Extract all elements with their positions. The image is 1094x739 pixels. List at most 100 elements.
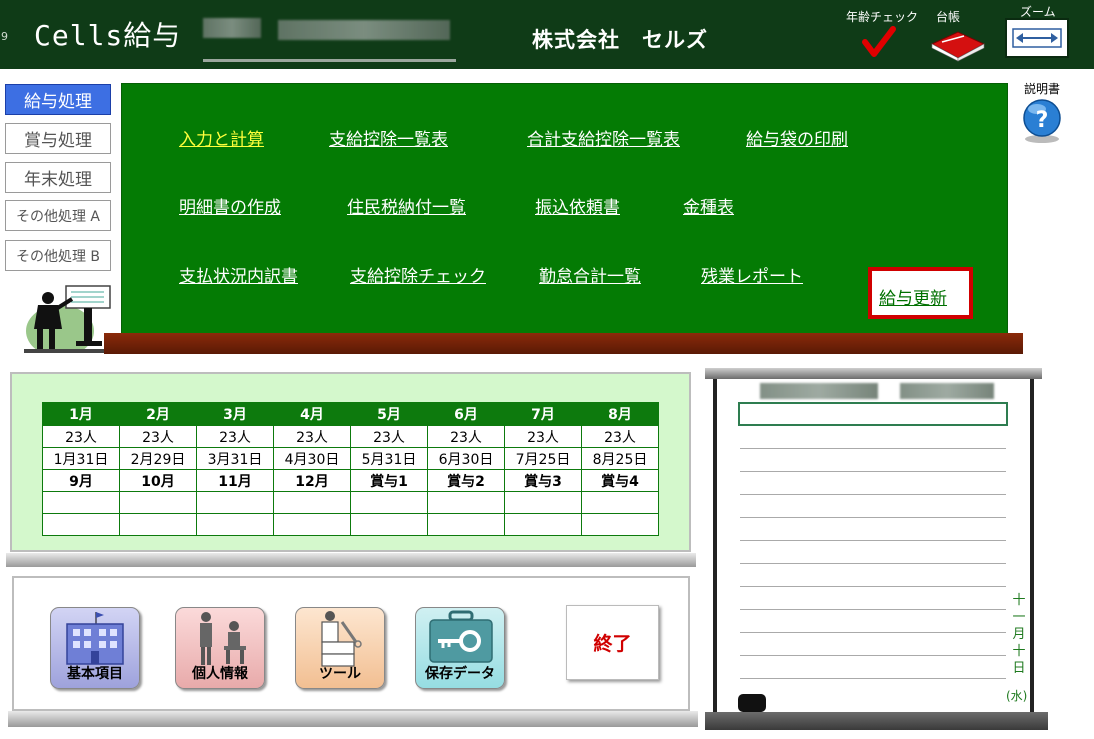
empty-cell bbox=[427, 513, 505, 536]
memo-line bbox=[740, 471, 1006, 472]
month-cell[interactable]: 2月 bbox=[119, 402, 197, 426]
menu-transfer-request[interactable]: 振込依頼書 bbox=[535, 193, 620, 218]
personal-info-label: 個人情報 bbox=[192, 666, 248, 682]
date-char: 十 bbox=[1012, 593, 1026, 608]
company-name: 株式会社 セルズ bbox=[532, 28, 708, 52]
menu-create-statement[interactable]: 明細書の作成 bbox=[179, 193, 281, 218]
bonus-cell[interactable]: 賞与2 bbox=[427, 469, 505, 492]
payday-cell: 8月25日 bbox=[581, 447, 659, 470]
empty-cell bbox=[42, 513, 120, 536]
month-header-row: 1月 2月 3月 4月 5月 6月 7月 8月 bbox=[42, 402, 659, 426]
age-check-label: 年齢チェック bbox=[846, 10, 919, 24]
memo-line bbox=[740, 563, 1006, 564]
memo-line bbox=[740, 655, 1006, 656]
menu-payment-deduction-list[interactable]: 支給控除一覧表 bbox=[329, 125, 448, 150]
empty-cell bbox=[119, 491, 197, 514]
saved-data-button[interactable]: 保存データ bbox=[415, 607, 505, 689]
row-number: 9 bbox=[1, 30, 8, 43]
menu-payment-breakdown[interactable]: 支払状況内訳書 bbox=[179, 262, 298, 287]
empty-cell bbox=[581, 513, 659, 536]
month-cell[interactable]: 6月 bbox=[427, 402, 505, 426]
payday-cell: 5月31日 bbox=[350, 447, 428, 470]
empty-row bbox=[42, 513, 659, 536]
empty-cell bbox=[427, 491, 505, 514]
payday-cell: 4月30日 bbox=[273, 447, 351, 470]
memo-line bbox=[740, 632, 1006, 633]
headcount-cell: 23人 bbox=[427, 425, 505, 448]
empty-cell bbox=[504, 513, 582, 536]
nav-shoyo-processing[interactable]: 賞与処理 bbox=[5, 123, 111, 154]
month-cell[interactable]: 1月 bbox=[42, 402, 120, 426]
empty-cell bbox=[350, 491, 428, 514]
menu-pay-envelope-print[interactable]: 給与袋の印刷 bbox=[746, 125, 848, 150]
menu-overtime-report[interactable]: 残業レポート bbox=[701, 262, 803, 287]
memo-line bbox=[740, 448, 1006, 449]
month-cell[interactable]: 7月 bbox=[504, 402, 582, 426]
scroll-knob-icon[interactable] bbox=[738, 694, 766, 712]
month-cell[interactable]: 3月 bbox=[196, 402, 274, 426]
month-cell[interactable]: 12月 bbox=[273, 469, 351, 492]
user-underline bbox=[203, 59, 456, 62]
payday-row: 1月31日 2月29日 3月31日 4月30日 5月31日 6月30日 7月25… bbox=[42, 447, 659, 470]
people-icon bbox=[200, 612, 246, 665]
tools-button[interactable]: ツール bbox=[295, 607, 385, 689]
headcount-cell: 23人 bbox=[119, 425, 197, 448]
month-cell[interactable]: 8月 bbox=[581, 402, 659, 426]
help-question-icon[interactable]: ? bbox=[1020, 97, 1064, 145]
nav-year-end-processing[interactable]: 年末処理 bbox=[5, 162, 111, 193]
menu-attendance-total-list[interactable]: 勤怠合計一覧 bbox=[539, 262, 641, 287]
headcount-cell: 23人 bbox=[42, 425, 120, 448]
redacted-user-info bbox=[278, 20, 450, 40]
date-char: 十 bbox=[1012, 644, 1026, 659]
payday-cell: 2月29日 bbox=[119, 447, 197, 470]
calendar-panel-ledge bbox=[6, 553, 696, 567]
briefcase-key-icon bbox=[429, 610, 493, 663]
month-table: 1月 2月 3月 4月 5月 6月 7月 8月 23人 23人 23人 23人 … bbox=[42, 402, 659, 536]
empty-cell bbox=[42, 491, 120, 514]
menu-total-payment-deduction-list[interactable]: 合計支給控除一覧表 bbox=[527, 125, 680, 150]
payday-cell: 7月25日 bbox=[504, 447, 582, 470]
bonus-cell[interactable]: 賞与4 bbox=[581, 469, 659, 492]
redacted-memo-title bbox=[760, 383, 878, 399]
month-cell[interactable]: 11月 bbox=[196, 469, 274, 492]
month-cell[interactable]: 10月 bbox=[119, 469, 197, 492]
nav-other-processing-b[interactable]: その他処理 B bbox=[5, 240, 111, 271]
empty-cell bbox=[119, 513, 197, 536]
menu-resident-tax-list[interactable]: 住民税納付一覧 bbox=[347, 193, 466, 218]
date-char: 月 bbox=[1012, 627, 1026, 642]
personal-info-button[interactable]: 個人情報 bbox=[175, 607, 265, 689]
empty-cell bbox=[196, 513, 274, 536]
empty-cell bbox=[504, 491, 582, 514]
headcount-cell: 23人 bbox=[196, 425, 274, 448]
menu-denomination-table[interactable]: 金種表 bbox=[683, 193, 734, 218]
nav-other-processing-a[interactable]: その他処理 A bbox=[5, 200, 111, 231]
zoom-button[interactable] bbox=[1005, 18, 1069, 58]
payday-cell: 3月31日 bbox=[196, 447, 274, 470]
teacher-illustration-icon bbox=[24, 285, 114, 353]
ledger-book-icon[interactable] bbox=[928, 26, 986, 62]
memo-input-field[interactable] bbox=[738, 402, 1008, 426]
salary-update-label[interactable]: 給与更新 bbox=[879, 284, 947, 309]
headcount-cell: 23人 bbox=[581, 425, 659, 448]
month-cell[interactable]: 5月 bbox=[350, 402, 428, 426]
memo-line bbox=[740, 586, 1006, 587]
headcount-cell: 23人 bbox=[350, 425, 428, 448]
memo-panel bbox=[713, 379, 1034, 712]
ledger-label: 台帳 bbox=[936, 10, 961, 24]
bonus-cell[interactable]: 賞与1 bbox=[350, 469, 428, 492]
month-cell[interactable]: 9月 bbox=[42, 469, 120, 492]
svg-text:?: ? bbox=[1036, 108, 1049, 133]
menu-input-and-calc[interactable]: 入力と計算 bbox=[179, 125, 264, 150]
checkmark-icon[interactable] bbox=[862, 26, 896, 58]
basic-items-button[interactable]: 基本項目 bbox=[50, 607, 140, 689]
saved-data-label: 保存データ bbox=[425, 666, 495, 682]
bonus-cell[interactable]: 賞与3 bbox=[504, 469, 582, 492]
empty-cell bbox=[273, 513, 351, 536]
memo-line bbox=[740, 678, 1006, 679]
date-char: 日 bbox=[1012, 661, 1026, 676]
memo-weekday: (水) bbox=[1006, 689, 1028, 703]
nav-kyuyo-processing[interactable]: 給与処理 bbox=[5, 84, 111, 115]
menu-payment-deduction-check[interactable]: 支給控除チェック bbox=[350, 262, 486, 287]
month-cell[interactable]: 4月 bbox=[273, 402, 351, 426]
exit-button[interactable]: 終了 bbox=[566, 605, 659, 680]
